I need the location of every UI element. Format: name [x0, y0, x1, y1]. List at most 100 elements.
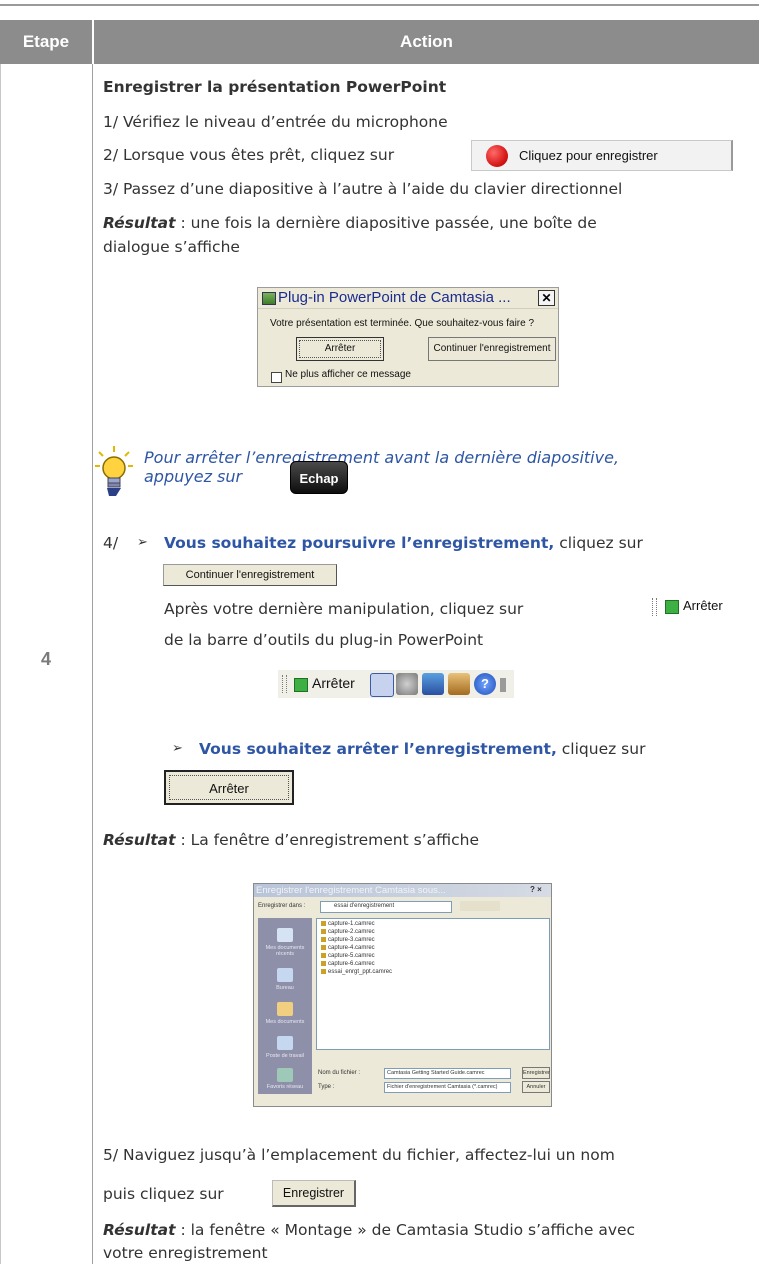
step-1-text: 1/ Vérifiez le niveau d’entrée du microp… — [103, 113, 448, 131]
result-2-text: : La fenêtre d’enregistrement s’affiche — [175, 831, 479, 849]
save-button[interactable]: Enregistrer — [272, 1180, 356, 1207]
step-3-text: 3/ Passez d’une diapositive à l’autre à … — [103, 180, 623, 198]
column-header-action: Action — [400, 32, 453, 51]
camera-icon[interactable] — [396, 673, 418, 695]
top-rule — [0, 4, 759, 6]
file-item[interactable]: capture-5.camrec — [321, 953, 375, 959]
folder-nav-icons[interactable] — [460, 901, 500, 911]
result-label: Résultat — [103, 831, 176, 849]
my-documents-icon[interactable] — [277, 1002, 293, 1016]
result-3-line-2: votre enregistrement — [103, 1244, 268, 1262]
save-dialog-title-buttons[interactable]: ? × — [530, 885, 542, 894]
file-item[interactable]: capture-2.camrec — [321, 929, 375, 935]
end-presentation-dialog: Plug-in PowerPoint de Camtasia ... ✕ Vot… — [257, 287, 559, 387]
save-recording-dialog: Enregistrer l'enregistrement Camtasia so… — [253, 883, 552, 1107]
file-item[interactable]: capture-6.camrec — [321, 961, 375, 967]
save-in-combo[interactable]: essai d'enregistrement — [320, 901, 452, 913]
column-header-step: Etape — [22, 32, 70, 51]
result-1-text: : une fois la dernière diapositive passé… — [175, 214, 597, 232]
toolbar-grip-icon — [282, 675, 287, 693]
result-3-text: : la fenêtre « Montage » de Camtasia Stu… — [175, 1221, 636, 1239]
table-column-divider — [92, 64, 93, 1264]
toolbar-overflow-icon[interactable] — [500, 678, 506, 692]
table-header: Etape Action — [0, 20, 759, 64]
sidebar-item-desktop[interactable]: Bureau — [258, 985, 312, 991]
type-select[interactable]: Fichier d'enregistrement Camtasia (*.cam… — [384, 1082, 511, 1093]
filename-input[interactable]: Camtasia Getting Started Guide.camrec — [384, 1068, 511, 1079]
file-item[interactable]: capture-3.camrec — [321, 937, 375, 943]
step-5-line-2: puis cliquez sur — [103, 1185, 224, 1203]
record-settings-icon[interactable] — [448, 673, 470, 695]
sidebar-item-documents[interactable]: Mes documents — [258, 1019, 312, 1025]
close-icon[interactable]: ✕ — [538, 290, 555, 306]
step-4a-text: Vous souhaitez poursuivre l’enregistreme… — [164, 532, 643, 554]
result-label: Résultat — [103, 214, 176, 232]
sidebar-item-recent[interactable]: Mes documents récents — [258, 945, 312, 957]
type-label: Type : — [318, 1084, 335, 1090]
file-item[interactable]: capture-4.camrec — [321, 945, 375, 951]
sidebar-item-network[interactable]: Favoris réseau — [258, 1084, 312, 1090]
record-button-label: Cliquez pour enregistrer — [519, 148, 658, 163]
type-value: Fichier d'enregistrement Camtasia (*.cam… — [387, 1084, 498, 1090]
file-item[interactable]: capture-1.camrec — [321, 921, 375, 927]
filename-label: Nom du fichier : — [318, 1070, 361, 1076]
dialog-title-bar: Plug-in PowerPoint de Camtasia ... ✕ — [258, 288, 558, 309]
result-1-line-2: dialogue s’affiche — [103, 238, 240, 256]
help-icon[interactable]: ? — [474, 673, 496, 695]
options-icon[interactable] — [422, 673, 444, 695]
network-icon[interactable] — [277, 1068, 293, 1082]
step-5-line-1: 5/ Naviguez jusqu’à l’emplacement du fic… — [103, 1146, 615, 1164]
plugin-toolbar-stop-label[interactable]: Arrêter — [312, 675, 355, 691]
record-dot-icon — [486, 145, 508, 167]
save-in-value: essai d'enregistrement — [334, 903, 395, 909]
dialog-continue-button[interactable]: Continuer l'enregistrement — [428, 337, 556, 361]
dialog-message: Votre présentation est terminée. Que sou… — [270, 318, 535, 329]
step-4b-rest: cliquez sur — [556, 740, 646, 758]
filename-value: Camtasia Getting Started Guide.camrec — [387, 1070, 485, 1076]
stop-square-icon — [665, 600, 679, 614]
step-4a-rest: cliquez sur — [554, 534, 643, 552]
step-4a-bold: Vous souhaitez poursuivre l’enregistreme… — [164, 534, 555, 552]
desktop-icon[interactable] — [277, 968, 293, 982]
dialog-stop-button[interactable]: Arrêter — [296, 337, 384, 361]
record-button[interactable]: Cliquez pour enregistrer — [471, 140, 733, 171]
powerpoint-plugin-icon — [262, 292, 276, 305]
step-4b-text: Vous souhaitez arrêter l’enregistrement,… — [199, 738, 645, 760]
step-number: 4 — [40, 649, 51, 669]
save-dialog-save-button[interactable]: Enregistrer — [522, 1067, 550, 1079]
save-dialog-cancel-button[interactable]: Annuler — [522, 1081, 550, 1093]
sidebar-item-computer[interactable]: Poste de travail — [258, 1053, 312, 1059]
result-1-line-1: Résultat : une fois la dernière diaposit… — [103, 212, 597, 234]
toolbar-stop-button[interactable]: Arrêter — [652, 596, 734, 618]
stop-recording-button[interactable]: Arrêter — [164, 770, 294, 805]
places-sidebar: Mes documents récents Bureau Mes documen… — [258, 918, 312, 1094]
step-4a-after-text: Après votre dernière manipulation, cliqu… — [164, 600, 524, 618]
bullet-arrow-icon: ➢ — [137, 535, 148, 550]
section-title: Enregistrer la présentation PowerPoint — [103, 78, 447, 96]
step-2-text: 2/ Lorsque vous êtes prêt, cliquez sur — [103, 146, 395, 164]
toolbar-grip-icon — [652, 598, 657, 616]
microphone-icon[interactable] — [370, 673, 394, 697]
file-list: capture-1.camrec capture-2.camrec captur… — [316, 918, 550, 1050]
step-4b-bold: Vous souhaitez arrêter l’enregistrement, — [199, 740, 557, 758]
file-item[interactable]: essai_enrgt_ppt.camrec — [321, 969, 392, 975]
recent-docs-icon[interactable] — [277, 928, 293, 942]
dont-show-label: Ne plus afficher ce message — [285, 369, 411, 380]
save-in-label: Enregistrer dans : — [258, 903, 306, 909]
stop-recording-label: Arrêter — [169, 775, 289, 800]
result-3-line-1: Résultat : la fenêtre « Montage » de Cam… — [103, 1219, 635, 1241]
step-4a-after-text-2: de la barre d’outils du plug-in PowerPoi… — [164, 631, 484, 649]
tip-line-2: appuyez sur — [144, 467, 243, 486]
computer-icon[interactable] — [277, 1036, 293, 1050]
plugin-toolbar: Arrêter ? — [278, 670, 514, 698]
continue-recording-button[interactable]: Continuer l'enregistrement — [163, 564, 337, 586]
stop-square-icon[interactable] — [294, 678, 308, 692]
save-dialog-title: Enregistrer l'enregistrement Camtasia so… — [256, 885, 446, 896]
toolbar-stop-label: Arrêter — [683, 598, 723, 613]
save-dialog-title-bar: Enregistrer l'enregistrement Camtasia so… — [254, 884, 551, 897]
result-2: Résultat : La fenêtre d’enregistrement s… — [103, 829, 479, 851]
dont-show-checkbox[interactable] — [271, 372, 282, 383]
result-label: Résultat — [103, 1221, 176, 1239]
dialog-title: Plug-in PowerPoint de Camtasia ... — [278, 289, 511, 306]
lightbulb-icon — [95, 446, 133, 496]
